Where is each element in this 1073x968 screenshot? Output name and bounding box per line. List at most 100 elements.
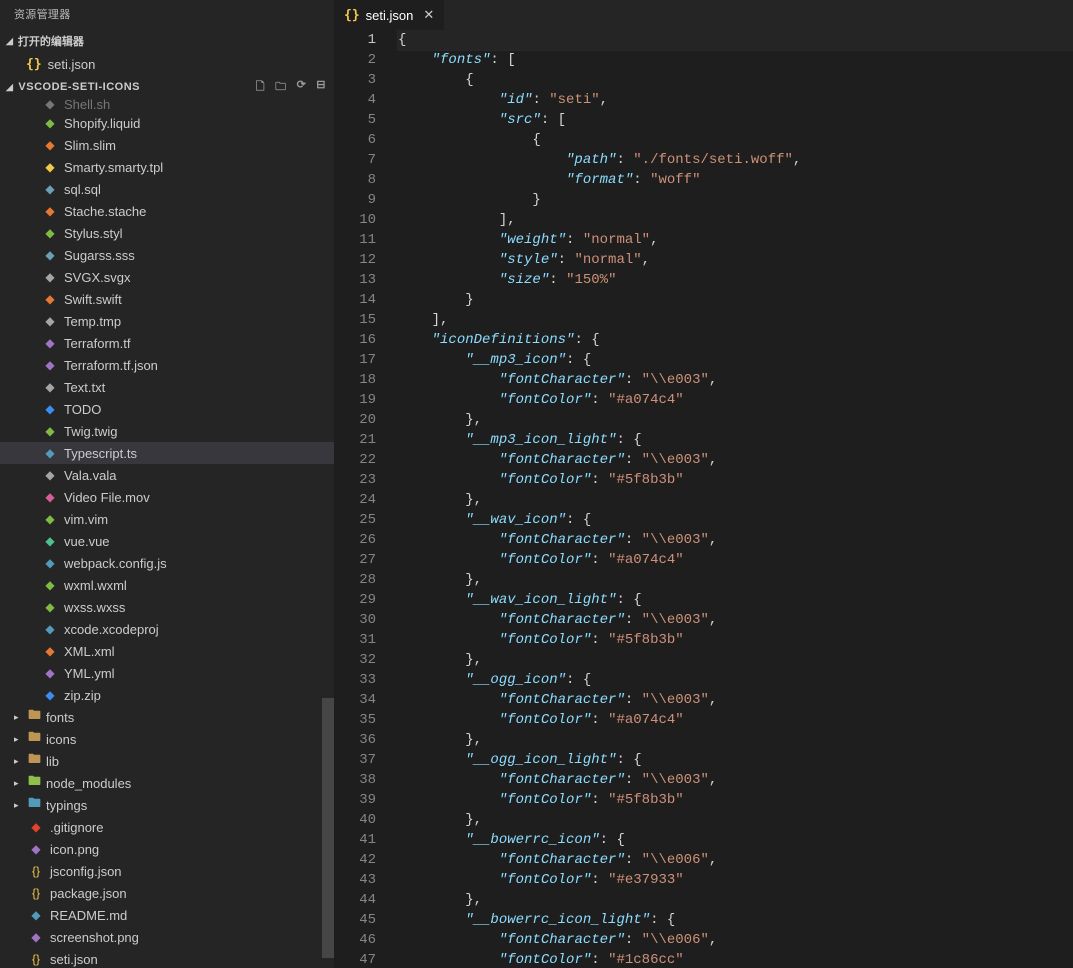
close-icon[interactable]: ✕ — [423, 7, 434, 23]
file-item[interactable]: ◆Shell.sh — [0, 98, 334, 112]
file-item[interactable]: ◆Temp.tmp — [0, 310, 334, 332]
file-type-icon: ◆ — [28, 929, 44, 945]
scrollbar-thumb[interactable] — [322, 698, 334, 958]
file-item[interactable]: ◆.gitignore — [0, 816, 334, 838]
json-icon: {} — [26, 57, 42, 72]
file-item[interactable]: ◆ sql.sql — [0, 178, 334, 200]
line-number: 10 — [334, 210, 376, 230]
folder-name: icons — [46, 732, 76, 747]
new-folder-icon[interactable]: 🗀 — [275, 78, 287, 97]
file-type-icon: ◆ — [42, 98, 58, 112]
code-line: "fontCharacter": "\\e003", — [398, 610, 1073, 630]
code-area[interactable]: 1234567891011121314151617181920212223242… — [334, 30, 1073, 968]
file-name: sql.sql — [64, 182, 101, 197]
file-item[interactable]: ◆Text.txt — [0, 376, 334, 398]
open-editors-header[interactable]: ◢ 打开的编辑器 — [0, 30, 334, 52]
file-item[interactable]: ◆Terraform.tf — [0, 332, 334, 354]
file-name: Slim.slim — [64, 138, 116, 153]
file-name: Terraform.tf.json — [64, 358, 158, 373]
folder-item[interactable]: ▸🖿lib — [0, 750, 334, 772]
folder-item[interactable]: ▸🖿typings — [0, 794, 334, 816]
file-item[interactable]: {}package.json — [0, 882, 334, 904]
folder-name: node_modules — [46, 776, 131, 791]
line-number: 36 — [334, 730, 376, 750]
file-name: SVGX.svgx — [64, 270, 130, 285]
file-item[interactable]: ◆Stylus.styl — [0, 222, 334, 244]
file-item[interactable]: ◆XML.xml — [0, 640, 334, 662]
line-number: 8 — [334, 170, 376, 190]
line-number: 11 — [334, 230, 376, 250]
file-item[interactable]: ◆Stache.stache — [0, 200, 334, 222]
line-number: 38 — [334, 770, 376, 790]
chevron-right-icon: ▸ — [14, 778, 24, 789]
collapse-icon[interactable]: ⊟ — [316, 78, 326, 97]
file-item[interactable]: ◆Twig.twig — [0, 420, 334, 442]
file-name: screenshot.png — [50, 930, 139, 945]
file-item[interactable]: {}seti.json — [0, 948, 334, 968]
line-number: 17 — [334, 350, 376, 370]
file-item[interactable]: ◆Shopify.liquid — [0, 112, 334, 134]
file-item[interactable]: ◆README.md — [0, 904, 334, 926]
file-item[interactable]: ◆icon.png — [0, 838, 334, 860]
tab-seti-json[interactable]: {} seti.json ✕ — [334, 0, 444, 30]
code-line: "fontCharacter": "\\e006", — [398, 930, 1073, 950]
file-tree[interactable]: ◆Shell.sh ◆Shopify.liquid◆Slim.slim◆Smar… — [0, 98, 334, 968]
file-item[interactable]: ◆Vala.vala — [0, 464, 334, 486]
refresh-icon[interactable]: ⟳ — [297, 78, 307, 97]
line-number: 28 — [334, 570, 376, 590]
open-editor-filename: seti.json — [48, 57, 96, 72]
folder-name: lib — [46, 754, 59, 769]
file-item[interactable]: ◆wxss.wxss — [0, 596, 334, 618]
code-line: }, — [398, 410, 1073, 430]
file-type-icon: ◆ — [28, 841, 44, 857]
code-line: { — [398, 30, 1073, 50]
file-type-icon: ◆ — [42, 687, 58, 703]
file-item[interactable]: ◆webpack.config.js — [0, 552, 334, 574]
new-file-icon[interactable]: 🗋 — [256, 78, 265, 97]
file-item[interactable]: ◆ screenshot.png — [0, 926, 334, 948]
file-item[interactable]: {}jsconfig.json — [0, 860, 334, 882]
file-type-icon: ◆ — [42, 159, 58, 175]
file-item[interactable]: ◆vue.vue — [0, 530, 334, 552]
line-number: 15 — [334, 310, 376, 330]
code-line: "__bowerrc_icon_light": { — [398, 910, 1073, 930]
folder-item[interactable]: ▸🖿icons — [0, 728, 334, 750]
workspace-header[interactable]: ◢ VSCODE-SETI-ICONS 🗋 🗀 ⟳ ⊟ — [0, 76, 334, 98]
code-line: "fontCharacter": "\\e003", — [398, 450, 1073, 470]
code-line: "fontCharacter": "\\e003", — [398, 690, 1073, 710]
file-item[interactable]: ◆YML.yml — [0, 662, 334, 684]
file-item[interactable]: ◆Sugarss.sss — [0, 244, 334, 266]
code-line: "id": "seti", — [398, 90, 1073, 110]
file-item[interactable]: ◆Swift.swift — [0, 288, 334, 310]
folder-item[interactable]: ▸🖿fonts — [0, 706, 334, 728]
open-editor-item[interactable]: {} seti.json — [0, 52, 334, 76]
code-content[interactable]: { "fonts": [ { "id": "seti", "src": [ { … — [398, 30, 1073, 968]
file-item[interactable]: ◆TODO — [0, 398, 334, 420]
code-line: "style": "normal", — [398, 250, 1073, 270]
line-number: 23 — [334, 470, 376, 490]
file-item[interactable]: ◆vim.vim — [0, 508, 334, 530]
file-item[interactable]: ◆Video File.mov — [0, 486, 334, 508]
file-item[interactable]: ◆Terraform.tf.json — [0, 354, 334, 376]
line-number: 35 — [334, 710, 376, 730]
line-number: 39 — [334, 790, 376, 810]
code-line: }, — [398, 890, 1073, 910]
line-number: 4 — [334, 90, 376, 110]
file-type-icon: ◆ — [42, 533, 58, 549]
file-type-icon: ◆ — [42, 181, 58, 197]
folder-item[interactable]: ▸🖿node_modules — [0, 772, 334, 794]
file-name: seti.json — [50, 952, 98, 967]
code-line: "weight": "normal", — [398, 230, 1073, 250]
file-item[interactable]: ◆SVGX.svgx — [0, 266, 334, 288]
file-item[interactable]: ◆Typescript.ts — [0, 442, 334, 464]
line-number: 37 — [334, 750, 376, 770]
file-item[interactable]: ◆xcode.xcodeproj — [0, 618, 334, 640]
file-item[interactable]: ◆wxml.wxml — [0, 574, 334, 596]
file-item[interactable]: ◆Smarty.smarty.tpl — [0, 156, 334, 178]
file-type-icon: ◆ — [42, 203, 58, 219]
file-item[interactable]: ◆zip.zip — [0, 684, 334, 706]
file-item[interactable]: ◆Slim.slim — [0, 134, 334, 156]
file-type-icon: ◆ — [42, 247, 58, 263]
line-number: 24 — [334, 490, 376, 510]
code-line: "iconDefinitions": { — [398, 330, 1073, 350]
